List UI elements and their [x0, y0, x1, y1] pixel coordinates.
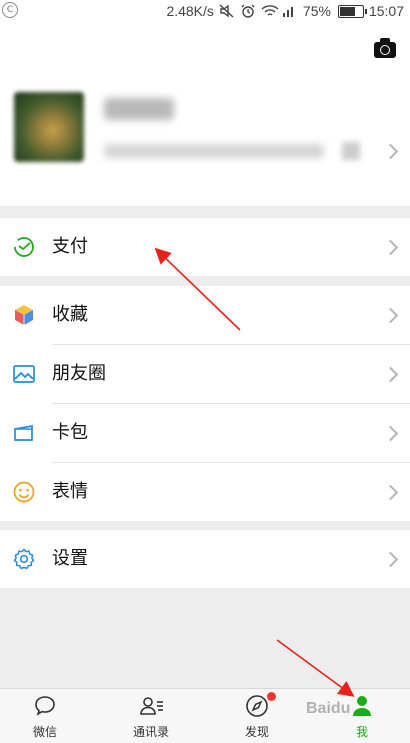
profile-card[interactable]: [0, 70, 410, 206]
section-gap: [0, 206, 410, 218]
profile-id-blurred: [104, 144, 324, 158]
alarm-icon: [240, 4, 256, 18]
status-bar-right: 2.48K/s 75% 15:07: [166, 3, 404, 19]
menu-item-settings[interactable]: 设置: [0, 530, 410, 588]
menu-item-stickers[interactable]: 表情: [0, 463, 410, 521]
tab-chats[interactable]: 微信: [10, 689, 80, 743]
avatar[interactable]: [14, 92, 84, 162]
moments-image-icon: [12, 362, 36, 386]
chevron-right-icon: [382, 551, 399, 568]
menu-item-label: 朋友圈: [52, 363, 106, 384]
contacts-icon: [139, 694, 163, 718]
chat-bubble-icon: [33, 694, 57, 718]
qr-code-icon: [342, 142, 360, 160]
chevron-right-icon: [382, 307, 399, 324]
profile-name-blurred: [104, 98, 174, 120]
menu-item-pay[interactable]: 支付: [0, 218, 410, 276]
camera-icon[interactable]: [374, 38, 396, 58]
chevron-right-icon: [382, 425, 399, 442]
notification-dot: [267, 692, 276, 701]
menu-item-label: 表情: [52, 481, 88, 502]
sticker-smile-icon: [12, 480, 36, 504]
menu-item-label: 收藏: [52, 304, 88, 325]
notification-c-icon: C: [2, 2, 18, 18]
wifi-icon: [261, 4, 279, 18]
chevron-right-icon: [382, 366, 399, 383]
person-icon: [350, 694, 374, 718]
battery-percent: 75%: [302, 3, 331, 19]
tab-discover[interactable]: 发现: [222, 689, 292, 743]
settings-gear-icon: [12, 547, 36, 571]
status-bar: C 2.48K/s 75% 15:07: [0, 0, 410, 24]
battery-icon: [337, 4, 367, 18]
tab-label: 通讯录: [132, 725, 169, 739]
card-wallet-icon: [12, 421, 36, 445]
watermark: Baidu: [306, 700, 351, 717]
favorites-cube-icon: [12, 303, 36, 327]
menu-item-cards[interactable]: 卡包: [0, 404, 410, 462]
tab-label: 发现: [244, 725, 269, 739]
menu-item-favorites[interactable]: 收藏: [0, 286, 410, 344]
chevron-right-icon: [382, 143, 399, 160]
menu-item-label: 支付: [52, 236, 88, 257]
network-speed: 2.48K/s: [166, 3, 214, 19]
menu-item-label: 卡包: [52, 422, 88, 443]
mute-icon: [219, 4, 235, 18]
signal-icon: [282, 4, 298, 18]
chevron-right-icon: [382, 484, 399, 501]
clock: 15:07: [368, 3, 404, 19]
tab-label: 我: [355, 725, 368, 739]
menu-item-moments[interactable]: 朋友圈: [0, 345, 410, 403]
tab-label: 微信: [32, 725, 57, 739]
chevron-right-icon: [382, 239, 399, 256]
section-gap: [0, 276, 410, 286]
section-gap: [0, 521, 410, 530]
tab-contacts[interactable]: 通讯录: [116, 689, 186, 743]
compass-icon: [245, 694, 269, 718]
empty-area: [0, 588, 410, 688]
menu-item-label: 设置: [52, 548, 88, 569]
wechat-pay-icon: [12, 235, 36, 259]
